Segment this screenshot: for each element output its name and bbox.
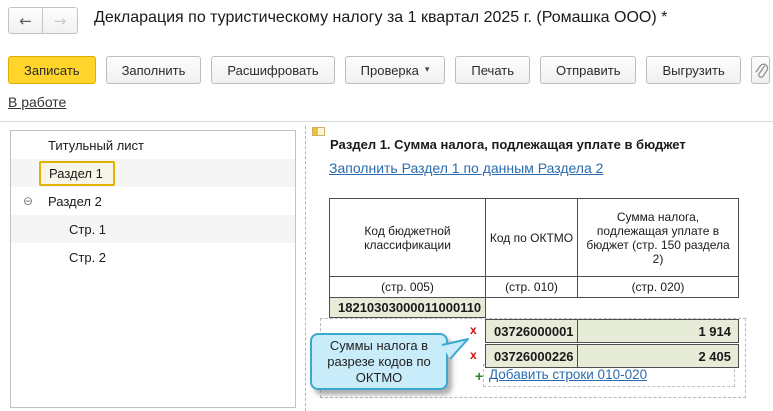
save-button[interactable]: Записать [8,56,96,84]
forward-button[interactable]: → [43,7,78,34]
panel-splitter[interactable] [305,126,306,411]
line-code-005: (стр. 005) [329,276,486,298]
line-code-010: (стр. 010) [485,276,578,298]
add-rows-link[interactable]: Добавить строки 010-020 [489,367,647,382]
send-button[interactable]: Отправить [540,56,637,84]
oktmo-field[interactable]: 03726000001 [485,319,578,343]
column-header-oktmo: Код по ОКТМО [485,198,578,277]
callout-tail [441,338,469,360]
line-code-020: (стр. 020) [577,276,739,298]
tree-item-label: Стр. 1 [69,221,107,237]
print-button[interactable]: Печать [455,56,530,84]
fill-section1-link[interactable]: Заполнить Раздел 1 по данным Раздела 2 [329,160,603,176]
paperclip-icon [755,63,768,78]
column-header-kbk: Код бюджетной классификации [329,198,486,277]
sidebar-item-title-page[interactable]: Титульный лист [11,131,295,159]
sections-tree: Титульный лист Раздел 1 ⊖ Раздел 2 Стр. … [10,130,296,408]
app-window: ← → Декларация по туристическому налогу … [0,0,773,411]
page-title: Декларация по туристическому налогу за 1… [94,9,668,26]
export-button[interactable]: Выгрузить [646,56,741,84]
delete-row-icon[interactable]: x [470,349,482,361]
decipher-button[interactable]: Расшифровать [211,56,335,84]
back-arrow-icon: ← [19,11,32,30]
delete-row-icon[interactable]: x [470,324,482,336]
amount-field[interactable]: 1 914 [577,319,739,343]
sidebar-item-page-1[interactable]: Стр. 1 [11,215,295,243]
chevron-down-icon: ▾ [424,65,430,75]
section-marker-icon [312,127,325,136]
column-header-amount: Сумма налога, подлежащая уплате в бюджет… [577,198,739,277]
check-label: Проверка [360,62,419,78]
section-heading: Раздел 1. Сумма налога, подлежащая уплат… [330,137,686,152]
attachments-button[interactable] [750,56,770,84]
collapse-icon[interactable]: ⊖ [23,194,33,208]
check-menu-button[interactable]: Проверка ▾ [344,56,446,84]
add-row-icon[interactable]: + [475,369,483,383]
sidebar-item-page-2[interactable]: Стр. 2 [11,243,295,271]
history-nav: ← → [8,7,78,34]
sidebar-item-section-1[interactable]: Раздел 1 [11,159,295,187]
toolbar: Записать Заполнить Расшифровать Проверка… [8,56,770,84]
tree-item-selected-label: Раздел 1 [39,160,115,186]
callout-text: Суммы налога в разрезе кодов по ОКТМО [327,337,431,385]
sidebar-item-section-2[interactable]: ⊖ Раздел 2 [11,187,295,215]
forward-arrow-icon: → [53,11,67,30]
status-link[interactable]: В работе [8,94,66,110]
kbk-field[interactable]: 18210303000011000110 [329,297,486,318]
tree-item-label: Титульный лист [48,137,145,153]
callout-bubble: Суммы налога в разрезе кодов по ОКТМО [310,333,448,390]
amount-field[interactable]: 2 405 [577,344,739,368]
fill-button[interactable]: Заполнить [105,56,202,84]
back-button[interactable]: ← [8,7,43,34]
oktmo-field[interactable]: 03726000226 [485,344,578,368]
separator-line [0,121,773,122]
tree-item-label: Стр. 2 [69,249,107,265]
